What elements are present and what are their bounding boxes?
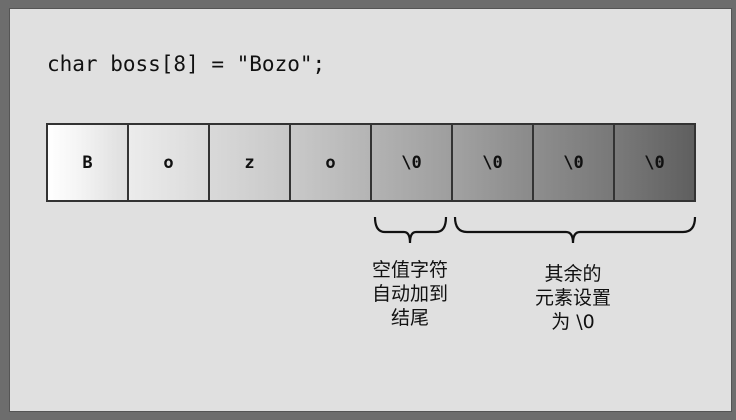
null-char-brace <box>373 216 448 244</box>
remaining-note-line-2: 元素设置 <box>534 287 611 309</box>
remaining-note-line-3: 为 \0 <box>551 311 595 333</box>
null-char-note-line-2: 自动加到 <box>371 283 448 305</box>
null-char-note-line-1: 空值字符 <box>371 259 448 281</box>
brace-layer <box>373 216 697 244</box>
remaining-elements-note: 其余的 元素设置 为 \0 <box>508 262 638 334</box>
diagram-frame: char boss[8] = "Bozo"; B o z o \0 \0 \0 … <box>0 0 736 420</box>
remaining-elements-brace <box>453 216 697 244</box>
null-char-note: 空值字符 自动加到 结尾 <box>345 258 475 330</box>
null-char-note-line-3: 结尾 <box>390 307 429 329</box>
remaining-note-line-1: 其余的 <box>544 263 602 285</box>
